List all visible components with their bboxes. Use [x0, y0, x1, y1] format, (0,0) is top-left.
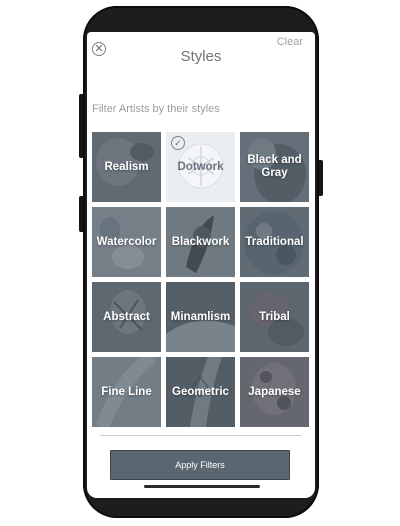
- style-tile-dotwork[interactable]: ✓ Dotwork: [166, 132, 235, 202]
- style-label: Japanese: [248, 385, 301, 398]
- style-label: Black and Gray: [247, 154, 302, 179]
- style-tile-realism[interactable]: Realism: [92, 132, 161, 202]
- style-label: Tribal: [259, 310, 290, 323]
- style-tile-tribal[interactable]: Tribal: [240, 282, 309, 352]
- style-tile-fine-line[interactable]: Fine Line: [92, 357, 161, 427]
- style-label: Realism: [104, 160, 149, 173]
- style-tile-abstract[interactable]: Abstract: [92, 282, 161, 352]
- style-tile-japanese[interactable]: Japanese: [240, 357, 309, 427]
- clear-button[interactable]: Clear: [277, 36, 303, 48]
- phone-screen: ✕ Styles Clear Filter Artists by their s…: [87, 32, 315, 498]
- style-label: Fine Line: [101, 385, 152, 398]
- style-tile-traditional[interactable]: Traditional: [240, 207, 309, 277]
- page-title: Styles: [180, 48, 222, 65]
- selected-check-icon: ✓: [171, 136, 185, 150]
- style-label: Minamlism: [170, 310, 231, 323]
- filter-subtitle: Filter Artists by their styles: [92, 103, 220, 115]
- apply-filters-button[interactable]: Apply Filters: [110, 450, 290, 480]
- style-tile-black-and-gray[interactable]: Black and Gray: [240, 132, 309, 202]
- style-label: Blackwork: [171, 235, 230, 248]
- style-label: Traditional: [245, 235, 304, 248]
- style-label: Dotwork: [177, 160, 224, 173]
- style-tile-blackwork[interactable]: Blackwork: [166, 207, 235, 277]
- style-tile-minamlism[interactable]: Minamlism: [166, 282, 235, 352]
- divider: [100, 435, 301, 436]
- style-label: Geometric: [172, 385, 229, 398]
- style-label: Watercolor: [96, 235, 157, 248]
- styles-grid: Realism ✓ Dotwork Black and Gray Waterco…: [92, 132, 309, 430]
- style-label: Abstract: [103, 310, 150, 323]
- style-tile-geometric[interactable]: Geometric: [166, 357, 235, 427]
- style-tile-watercolor[interactable]: Watercolor: [92, 207, 161, 277]
- home-indicator: [144, 485, 260, 488]
